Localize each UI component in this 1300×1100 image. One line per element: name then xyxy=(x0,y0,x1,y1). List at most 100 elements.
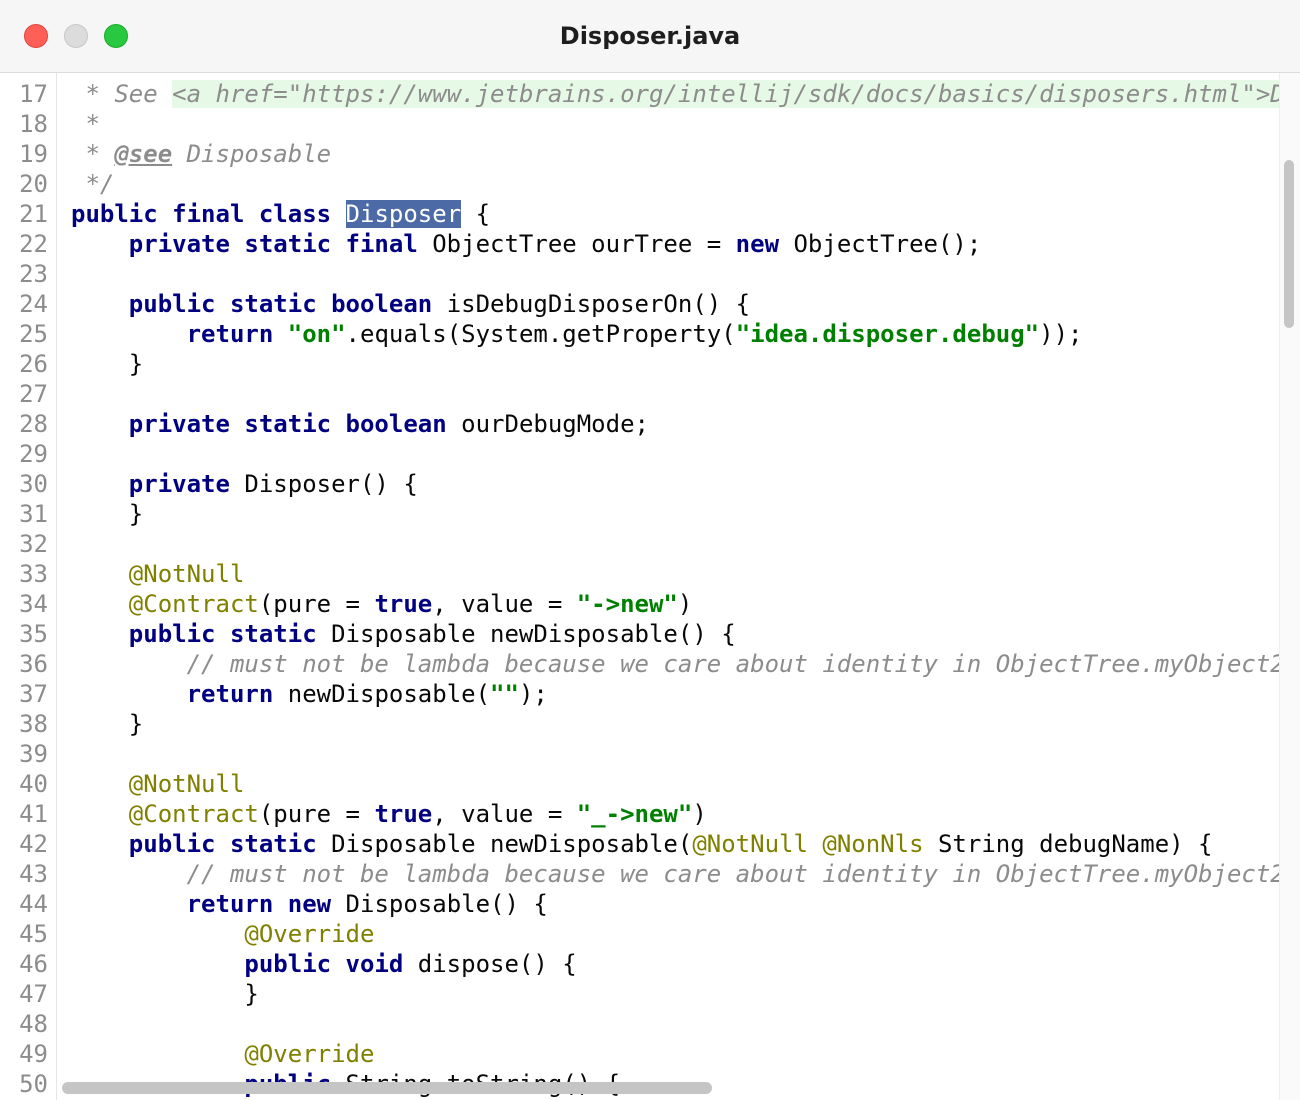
code-line[interactable]: public final class Disposer { xyxy=(71,199,490,229)
code-line[interactable]: * @see Disposable xyxy=(71,139,331,169)
code-line[interactable]: * xyxy=(71,109,99,139)
code-token: true xyxy=(374,800,433,828)
code-line[interactable]: @Override xyxy=(71,919,374,949)
code-token: @NotNull xyxy=(128,770,245,798)
code-token: } xyxy=(71,350,144,378)
code-line[interactable]: @Contract(pure = true, value = "->new") xyxy=(71,589,693,619)
code-token: return xyxy=(186,680,288,708)
line-number: 49 xyxy=(19,1040,48,1068)
code-token: (pure = xyxy=(258,800,375,828)
line-number: 30 xyxy=(19,470,48,498)
code-line[interactable]: public static boolean isDebugDisposerOn(… xyxy=(71,289,750,319)
line-number: 23 xyxy=(19,260,48,288)
code-token: @NotNull @NonNls xyxy=(692,830,938,858)
code-token: public final class xyxy=(71,200,346,228)
code-token: isDebugDisposerOn() { xyxy=(446,290,751,318)
line-number: 41 xyxy=(19,800,48,828)
line-number: 47 xyxy=(19,980,48,1008)
horizontal-scrollbar-thumb[interactable] xyxy=(62,1082,712,1094)
line-number-gutter: 17 18 19 20 21 22 23 24 25 26 27 28 29 30 31 32 33 34 35 36… xyxy=(0,73,57,1100)
code-line[interactable]: // must not be lambda because we care ab… xyxy=(71,649,1280,679)
line-number: 35 xyxy=(19,620,48,648)
title-bar: Disposer.java xyxy=(0,0,1300,73)
code-token: "on" xyxy=(287,320,346,348)
code-token: @Contract xyxy=(128,590,259,618)
line-number: 20 xyxy=(19,170,48,198)
code-token: @Contract xyxy=(128,800,259,828)
line-number: 48 xyxy=(19,1010,48,1038)
code-token: newDisposable( xyxy=(287,680,491,708)
line-number: 28 xyxy=(19,410,48,438)
code-token: } xyxy=(71,500,144,528)
code-line[interactable]: @NotNull xyxy=(71,559,245,589)
code-token: } xyxy=(71,980,259,1008)
code-token: private static boolean xyxy=(128,410,462,438)
code-line[interactable]: return new Disposable() { xyxy=(71,889,548,919)
code-line[interactable]: @NotNull xyxy=(71,769,245,799)
code-line[interactable]: // must not be lambda because we care ab… xyxy=(71,859,1280,889)
line-number: 44 xyxy=(19,890,48,918)
code-line[interactable]: public static Disposable newDisposable()… xyxy=(71,619,736,649)
code-line[interactable]: } xyxy=(71,349,143,379)
code-line[interactable]: } xyxy=(71,709,143,739)
code-line[interactable]: @Override xyxy=(71,1039,374,1069)
code-token: } xyxy=(71,710,144,738)
line-number: 45 xyxy=(19,920,48,948)
code-line[interactable]: * See <a href="https://www.jetbrains.org… xyxy=(71,79,1280,109)
code-token: ) xyxy=(677,590,693,618)
code-line[interactable]: } xyxy=(71,979,259,1009)
code-token: ourDebugMode; xyxy=(461,410,649,438)
line-number: 26 xyxy=(19,350,48,378)
code-line[interactable]: } xyxy=(71,499,143,529)
code-token: Disposable xyxy=(172,140,332,168)
code-token: , value = xyxy=(432,590,577,618)
code-line[interactable]: return newDisposable(""); xyxy=(71,679,548,709)
code-line[interactable]: @Contract(pure = true, value = "_->new") xyxy=(71,799,707,829)
code-token: // must not be lambda because we care ab… xyxy=(186,650,1280,678)
editor-window: Disposer.java 17 18 19 20 21 22 23 24 25 26 27 28 29… xyxy=(0,0,1300,1100)
line-number: 21 xyxy=(19,200,48,228)
code-token: ObjectTree ourTree = xyxy=(432,230,736,258)
code-line[interactable]: public void dispose() { xyxy=(71,949,576,979)
code-token: * See xyxy=(71,80,173,108)
code-line[interactable]: public static Disposable newDisposable(@… xyxy=(71,829,1213,859)
line-number: 33 xyxy=(19,560,48,588)
code-editor[interactable]: 17 18 19 20 21 22 23 24 25 26 27 28 29 30 31 32 33 34 35 36… xyxy=(0,73,1300,1100)
vertical-scrollbar-thumb[interactable] xyxy=(1284,160,1294,328)
line-number: 22 xyxy=(19,230,48,258)
code-token: "idea.disposer.debug" xyxy=(735,320,1040,348)
code-token: return new xyxy=(186,890,346,918)
code-token: , value = xyxy=(432,800,577,828)
line-number: 17 xyxy=(19,80,48,108)
line-number: 37 xyxy=(19,680,48,708)
code-token: public static boolean xyxy=(128,290,447,318)
code-line[interactable]: return "on".equals(System.getProperty("i… xyxy=(71,319,1083,349)
code-token: private xyxy=(128,470,245,498)
code-line[interactable]: private Disposer() { xyxy=(71,469,418,499)
line-number: 32 xyxy=(19,530,48,558)
code-token: private static final xyxy=(128,230,433,258)
code-token: Disposable newDisposable() { xyxy=(331,620,736,648)
code-line[interactable]: private static final ObjectTree ourTree … xyxy=(71,229,982,259)
window-title: Disposer.java xyxy=(559,22,741,50)
code-token: ObjectTree(); xyxy=(793,230,982,258)
code-line[interactable]: private static boolean ourDebugMode; xyxy=(71,409,649,439)
line-number: 24 xyxy=(19,290,48,318)
line-number: 25 xyxy=(19,320,48,348)
line-number: 31 xyxy=(19,500,48,528)
code-area[interactable]: * See <a href="https://www.jetbrains.org… xyxy=(57,73,1280,1100)
line-number: 40 xyxy=(19,770,48,798)
code-line[interactable]: */ xyxy=(71,169,114,199)
